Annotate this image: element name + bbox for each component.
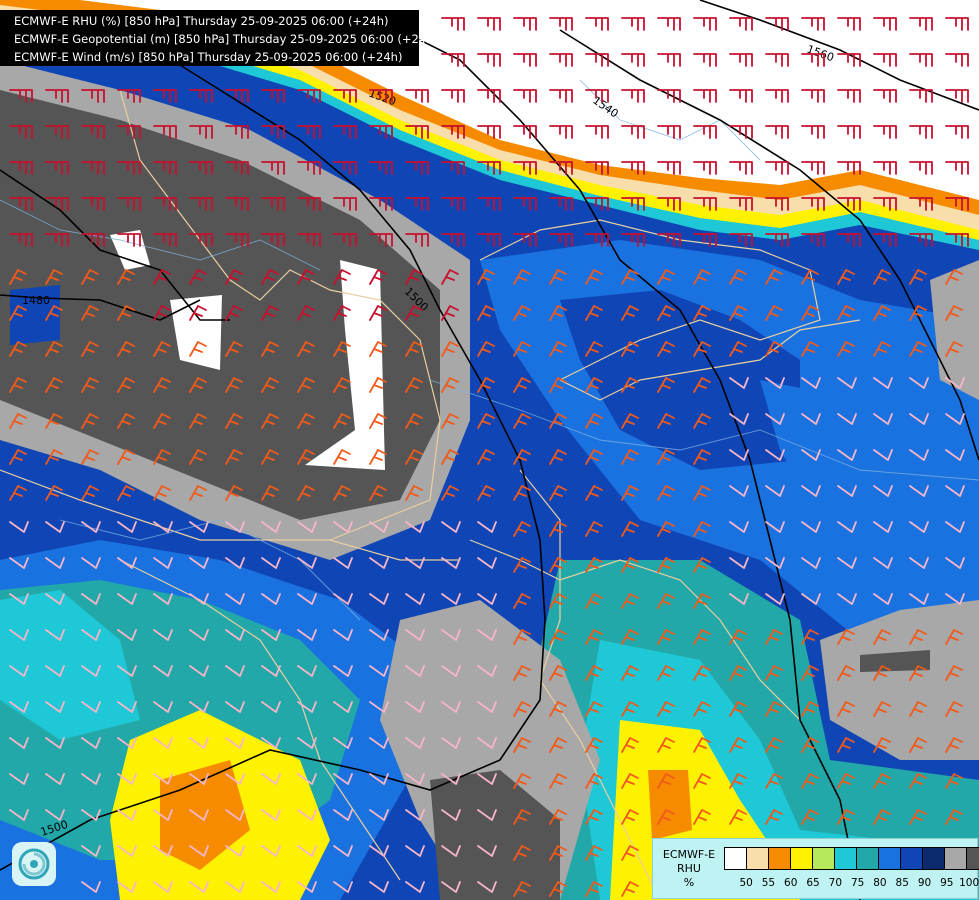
contour-label: 1480 — [22, 294, 50, 307]
legend-swatch — [725, 848, 747, 869]
legend-swatch — [813, 848, 835, 869]
legend-title: ECMWF-E RHU % — [657, 848, 721, 890]
legend-tick: 70 — [828, 877, 843, 889]
legend-tick: 85 — [895, 877, 909, 889]
header-line-geopotential: ECMWF-E Geopotential (m) [850 hPa] Thurs… — [14, 32, 438, 46]
humidity-zone-60 — [648, 770, 692, 840]
legend-title-model: ECMWF-E — [662, 848, 716, 861]
legend-tick: 50 — [739, 877, 753, 889]
legend-swatch — [747, 848, 769, 869]
legend-title-unit: % — [683, 876, 695, 889]
legend-swatch — [945, 848, 967, 869]
header-line-wind: ECMWF-E Wind (m/s) [850 hPa] Thursday 25… — [14, 50, 403, 64]
ecmwf-logo-icon — [12, 842, 56, 886]
legend-tick: 65 — [806, 877, 820, 889]
legend-tick: 90 — [917, 877, 932, 889]
map-header: ECMWF-E RHU (%) [850 hPa] Thursday 25-09… — [0, 10, 438, 66]
legend-swatch — [879, 848, 901, 869]
legend-tick: 60 — [784, 877, 798, 889]
legend-tick: 55 — [761, 877, 776, 889]
legend-swatch — [901, 848, 923, 869]
legend-title-variable: RHU — [677, 862, 701, 875]
legend-tick: 95 — [940, 877, 954, 889]
legend-tick: 75 — [850, 877, 865, 889]
legend-tick: 100 — [959, 877, 979, 889]
header-line-rhu: ECMWF-E RHU (%) [850 hPa] Thursday 25-09… — [14, 14, 389, 28]
weather-map-view: 1480 1500 1520 1540 1560 1500 ECMWF-E RHU (%)… — [0, 0, 979, 900]
legend-swatch — [769, 848, 791, 869]
legend-swatch — [923, 848, 945, 869]
legend-swatch — [791, 848, 813, 869]
legend-swatch — [857, 848, 879, 869]
legend-swatch — [967, 848, 979, 869]
legend-swatch — [835, 848, 857, 869]
rhu-legend: ECMWF-E RHU % 50 55 60 65 70 75 80 85 90… — [652, 838, 979, 899]
legend-color-swatches — [724, 847, 979, 870]
legend-tick: 80 — [873, 877, 887, 889]
rhu-geopotential-wind-map: 148015001520 154015601500 — [0, 0, 979, 900]
legend-tick-labels: 50 55 60 65 70 75 80 85 90 95 100 — [735, 877, 979, 889]
